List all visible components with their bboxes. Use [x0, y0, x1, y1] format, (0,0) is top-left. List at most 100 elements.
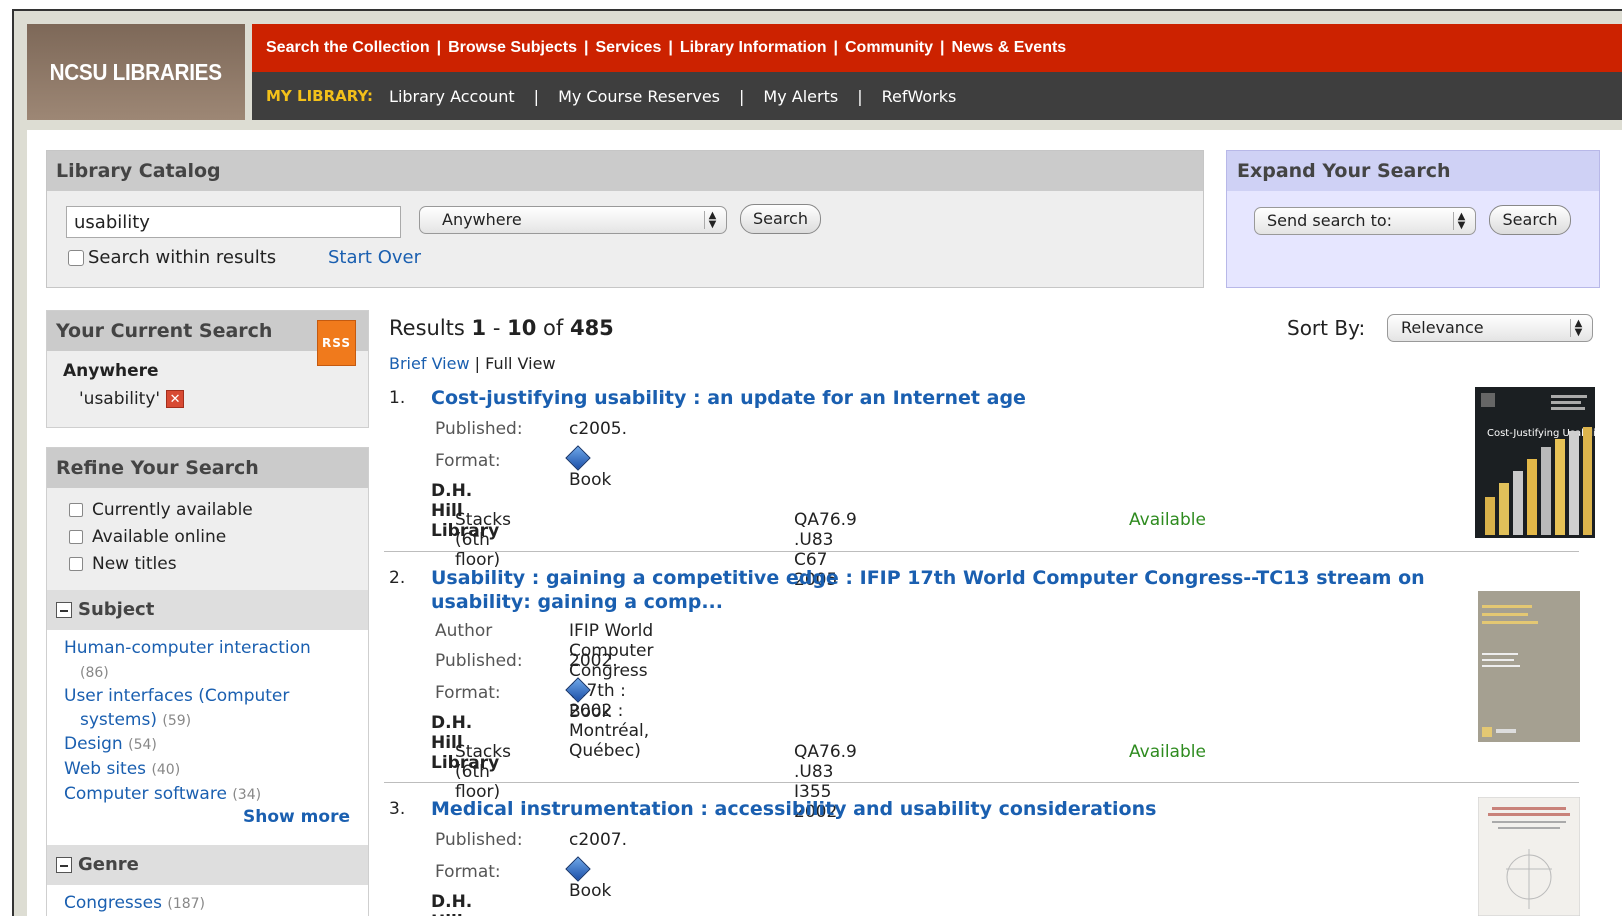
refine-option-label: Available online	[92, 527, 227, 547]
results-total: 485	[569, 316, 614, 340]
result-number: 1.	[389, 388, 406, 408]
nav-library-information[interactable]: Library Information	[680, 39, 827, 57]
nav-library-account[interactable]: Library Account	[389, 87, 515, 106]
nav-browse-subjects[interactable]: Browse Subjects	[448, 39, 577, 57]
nav-services[interactable]: Services	[596, 39, 662, 57]
format-label: Format:	[435, 451, 501, 471]
format-label: Format:	[435, 862, 501, 882]
format-text: Book	[569, 702, 612, 722]
book-icon	[565, 856, 591, 882]
refine-search-box: Refine Your Search Currently available A…	[46, 447, 369, 916]
subject-facet-list: Human-computer interaction (86) User int…	[47, 630, 368, 845]
start-over-link[interactable]: Start Over	[328, 247, 421, 268]
book-cover-image[interactable]	[1478, 797, 1580, 916]
refine-checkbox[interactable]	[69, 530, 83, 544]
select-arrows-icon: ▲ ▼	[1453, 212, 1469, 231]
genre-facet-title: Genre	[78, 854, 139, 875]
facet-link[interactable]: User interfaces (Computer	[64, 686, 289, 706]
result-title-link[interactable]: Cost-justifying usability : an update fo…	[431, 386, 1441, 410]
brief-view-link[interactable]: Brief View	[389, 354, 470, 373]
collapse-icon[interactable]	[56, 857, 72, 873]
facet-count: (59)	[162, 713, 192, 729]
facet-link[interactable]: Computer software	[64, 784, 227, 804]
nav-community[interactable]: Community	[845, 39, 933, 57]
nav-separator: |	[739, 86, 745, 106]
send-search-to-value: Send search to:	[1267, 211, 1393, 230]
nav-search-collection[interactable]: Search the Collection	[266, 39, 430, 57]
nav-refworks[interactable]: RefWorks	[882, 87, 957, 106]
facet-design[interactable]: Design (54)	[64, 732, 157, 757]
search-input[interactable]	[66, 206, 401, 238]
expand-search-box: Expand Your Search Send search to: ▲ ▼ Se…	[1226, 150, 1600, 288]
refine-option-available-online[interactable]: Available online	[69, 527, 226, 547]
search-button[interactable]: Search	[740, 204, 821, 234]
facet-link[interactable]: Congresses	[64, 893, 162, 913]
format-text: Book	[569, 881, 612, 901]
catalog-title: Library Catalog	[47, 151, 1203, 191]
facet-count: (187)	[167, 896, 206, 912]
nav-my-alerts[interactable]: My Alerts	[763, 87, 838, 106]
search-scope-select[interactable]: Anywhere ▲ ▼	[419, 206, 727, 234]
facet-human-computer-interaction[interactable]: Human-computer interaction (86)	[64, 636, 354, 685]
refine-checkbox[interactable]	[69, 557, 83, 571]
facet-computer-software[interactable]: Computer software (34)	[64, 782, 261, 807]
search-within-results[interactable]: Search within results	[68, 247, 276, 268]
genre-facet-header[interactable]: Genre	[47, 845, 368, 885]
my-library-label: MY LIBRARY:	[266, 87, 374, 105]
result-title-link[interactable]: Medical instrumentation : accessibility …	[431, 797, 1441, 821]
nav-news-events[interactable]: News & Events	[951, 39, 1066, 57]
search-scope-value: Anywhere	[442, 210, 522, 229]
remove-term-icon[interactable]: ✕	[166, 390, 185, 408]
results-dash: -	[492, 316, 501, 340]
rss-icon[interactable]: RSS	[317, 320, 356, 366]
refine-option-currently-available[interactable]: Currently available	[69, 500, 253, 520]
author-label: Author	[435, 621, 493, 641]
sort-by-label: Sort By:	[1287, 316, 1366, 340]
facet-congresses[interactable]: Congresses (187)	[64, 891, 205, 916]
facet-link[interactable]: Web sites	[64, 759, 146, 779]
result-title-link[interactable]: Usability : gaining a competitive edge :…	[431, 566, 1441, 614]
result-number: 2.	[389, 568, 406, 588]
facet-link[interactable]: Design	[64, 734, 123, 754]
format-value: Book	[565, 445, 611, 490]
format-label: Format:	[435, 683, 501, 703]
results-of: of	[543, 316, 564, 340]
subject-facet-header[interactable]: Subject	[47, 590, 368, 630]
facet-user-interfaces[interactable]: User interfaces (Computer systems) (59)	[64, 684, 354, 733]
format-value: Book	[565, 677, 612, 722]
results-end: 10	[507, 316, 537, 340]
logo-text: NCSU LIBRARIES	[49, 58, 223, 85]
result-divider	[384, 782, 1579, 783]
select-arrows-icon: ▲ ▼	[704, 211, 720, 230]
facet-link-cont[interactable]: systems)	[80, 710, 157, 730]
collapse-icon[interactable]	[56, 602, 72, 618]
facet-link[interactable]: Human-computer interaction	[64, 638, 311, 658]
published-label: Published:	[435, 830, 523, 850]
nav-course-reserves[interactable]: My Course Reserves	[558, 87, 720, 106]
current-search-box: Your Current Search RSS Anywhere 'usabil…	[46, 310, 369, 428]
nav-separator: |	[668, 39, 673, 56]
full-view-label[interactable]: Full View	[485, 354, 555, 373]
result-divider	[384, 551, 1579, 552]
expand-search-button[interactable]: Search	[1489, 205, 1571, 235]
top-navigation: Search the Collection | Browse Subjects | …	[252, 24, 1622, 72]
refine-option-new-titles[interactable]: New titles	[69, 554, 177, 574]
nav-separator: |	[940, 39, 945, 56]
sort-by-select[interactable]: Relevance ▲ ▼	[1387, 314, 1593, 342]
ncsu-libraries-logo[interactable]: NCSU LIBRARIES	[27, 24, 245, 120]
my-library-navigation: MY LIBRARY: Library Account | My Course R…	[252, 72, 1622, 120]
show-more-link[interactable]: Show more	[243, 807, 350, 827]
book-cover-image[interactable]: Cost-Justifying Usability	[1475, 387, 1595, 538]
send-search-to-select[interactable]: Send search to: ▲ ▼	[1254, 207, 1476, 235]
book-cover-image[interactable]	[1478, 591, 1580, 742]
facet-web-sites[interactable]: Web sites (40)	[64, 757, 180, 782]
search-within-checkbox[interactable]	[68, 249, 84, 266]
book-icon	[565, 445, 591, 471]
book-icon	[565, 677, 591, 703]
refine-checkbox[interactable]	[69, 503, 83, 517]
published-label: Published:	[435, 419, 523, 439]
facet-count: (86)	[80, 665, 109, 681]
genre-facet-list: Congresses (187)	[47, 885, 368, 916]
sort-by-value: Relevance	[1401, 318, 1484, 337]
results-prefix: Results	[389, 316, 465, 340]
